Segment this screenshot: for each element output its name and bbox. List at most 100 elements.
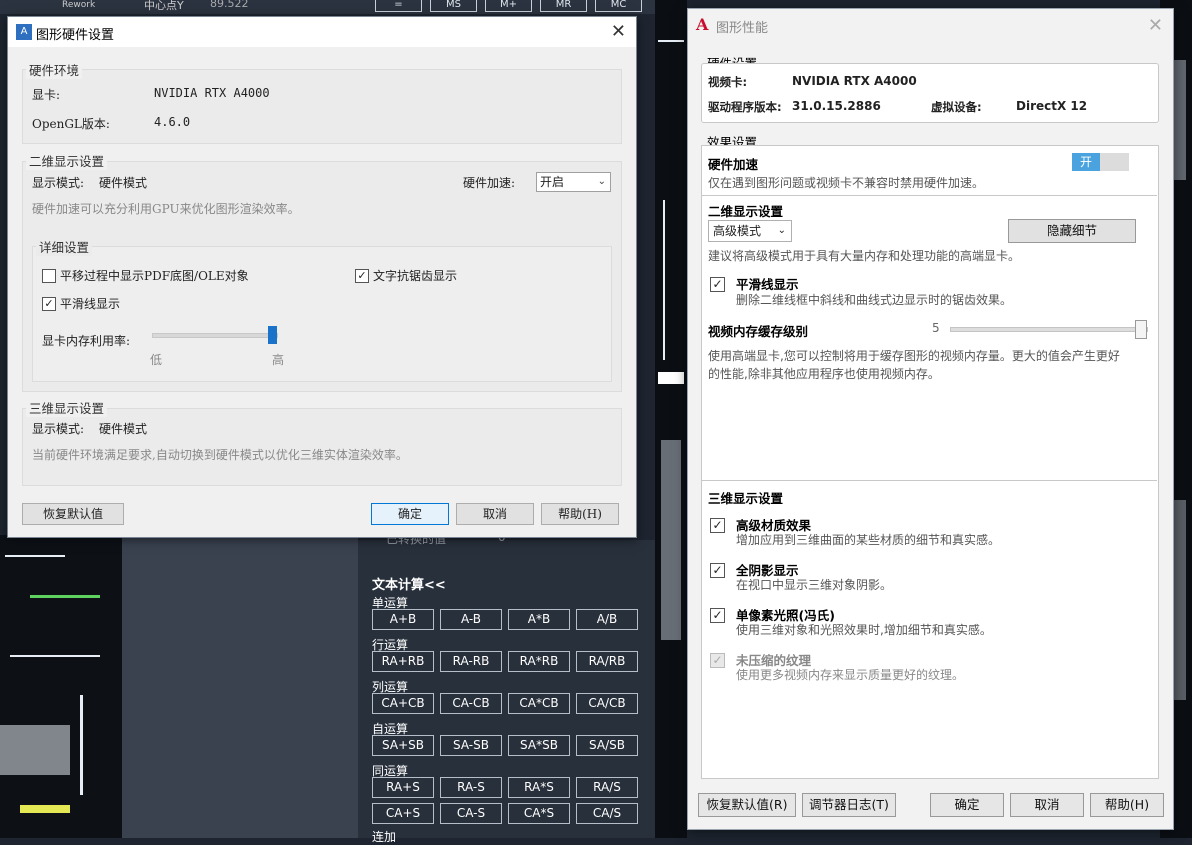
cancel-button[interactable]: 取消 <box>1010 793 1084 817</box>
mode-select[interactable]: 高级模式 ⌄ <box>708 220 792 242</box>
close-icon[interactable]: ✕ <box>611 21 626 42</box>
calc-button[interactable]: CA*CB <box>508 693 570 714</box>
uncompressed-texture-desc: 使用更多视频内存来显示质量更好的纹理。 <box>736 668 965 682</box>
calc-button[interactable]: RA/S <box>576 777 638 798</box>
calc-button[interactable]: RA+RB <box>372 651 434 672</box>
display-2d-title: 二维显示设置 <box>26 151 108 170</box>
calc-button[interactable]: CA-S <box>440 803 502 824</box>
center-y-label: 中心点Y <box>144 0 184 12</box>
pdf-ole-checkbox[interactable] <box>42 269 56 283</box>
help-button[interactable]: 帮助(H) <box>541 503 619 525</box>
text-antialias-checkbox[interactable]: ✓ <box>355 269 369 283</box>
cancel-button[interactable]: 取消 <box>456 503 534 525</box>
full-shadow-desc: 在视口中显示三维对象阴影。 <box>736 578 893 592</box>
text-antialias-label: 文字抗锯齿显示 <box>373 269 458 283</box>
calc-button[interactable]: RA-S <box>440 777 502 798</box>
mode-select-value: 高级模式 <box>713 224 762 238</box>
detail-settings-title: 详细设置 <box>36 237 93 256</box>
dialog-titlebar[interactable]: A 图形硬件设置 ✕ <box>8 17 636 47</box>
mode-desc: 建议将高级模式用于具有大量内存和处理功能的高端显卡。 <box>708 249 1021 263</box>
hardware-env-title: 硬件环境 <box>26 60 83 79</box>
calc-mr-button[interactable]: MR <box>540 0 587 12</box>
gpu-value: NVIDIA RTX A4000 <box>154 86 270 100</box>
calc-equals-button[interactable]: = <box>375 0 422 12</box>
calc-row-label: 连加 <box>372 830 397 844</box>
cad-panel-background <box>122 535 358 838</box>
hide-details-button[interactable]: 隐藏细节 <box>1008 219 1136 243</box>
gpu-label: 显卡: <box>32 88 61 102</box>
ok-button[interactable]: 确定 <box>371 503 449 525</box>
gpu-memory-label: 显卡内存利用率: <box>42 334 131 348</box>
tuner-log-button[interactable]: 调节器日志(T) <box>802 793 896 817</box>
calc-mplus-button[interactable]: M+ <box>485 0 532 12</box>
calc-button[interactable]: A-B <box>440 609 502 630</box>
virtual-device-label: 虚拟设备: <box>931 100 982 114</box>
calc-button[interactable]: CA/CB <box>576 693 638 714</box>
slider-thumb[interactable] <box>268 326 277 344</box>
center-y-value: 89.522 <box>210 0 249 10</box>
advanced-material-checkbox[interactable]: ✓ <box>710 518 725 533</box>
calc-button[interactable]: RA+S <box>372 777 434 798</box>
ok-button[interactable]: 确定 <box>930 793 1004 817</box>
hw-accel-hint: 硬件加速可以充分利用GPU来优化图形渲染效率。 <box>32 202 300 216</box>
divider <box>701 195 1157 196</box>
cad-drawing-strip-right[interactable] <box>655 0 687 838</box>
driver-version-value: 31.0.15.2886 <box>792 99 881 113</box>
text-calculator-panel: 已转换的值 0 文本计算<< 单运算 A+B A-B A*B A/B 行运算 R… <box>358 530 655 844</box>
calc-button[interactable]: SA-SB <box>440 735 502 756</box>
slider-max-label: 高 <box>272 353 285 367</box>
three-d-settings-title: 三维显示设置 <box>708 491 784 506</box>
calc-button[interactable]: RA-RB <box>440 651 502 672</box>
calc-title[interactable]: 文本计算<< <box>372 574 446 593</box>
calc-button[interactable]: CA+S <box>372 803 434 824</box>
app-icon: A <box>16 24 32 40</box>
divider <box>701 480 1157 481</box>
close-icon[interactable]: ✕ <box>1148 15 1163 36</box>
uncompressed-texture-checkbox: ✓ <box>710 653 725 668</box>
calc-mc-button[interactable]: MC <box>595 0 642 12</box>
smooth-line-checkbox[interactable]: ✓ <box>42 297 56 311</box>
toggle-on-label: 开 <box>1072 153 1100 171</box>
video-card-value: NVIDIA RTX A4000 <box>792 74 917 88</box>
calc-button[interactable]: CA*S <box>508 803 570 824</box>
hw-accel-select[interactable]: 开启 ⌄ <box>536 172 611 192</box>
video-cache-slider[interactable] <box>950 320 1148 339</box>
calc-button[interactable]: RA/RB <box>576 651 638 672</box>
video-cache-title: 视频内存缓存级别 <box>708 324 809 339</box>
calc-ms-button[interactable]: MS <box>430 0 477 12</box>
calc-button[interactable]: SA+SB <box>372 735 434 756</box>
dialog-titlebar[interactable]: A 图形性能 ✕ <box>688 9 1173 41</box>
calc-button[interactable]: SA/SB <box>576 735 638 756</box>
restore-defaults-button[interactable]: 恢复默认值 <box>22 503 124 525</box>
virtual-device-value: DirectX 12 <box>1016 99 1088 113</box>
calc-button[interactable]: A*B <box>508 609 570 630</box>
display-3d-title: 三维显示设置 <box>26 398 108 417</box>
calc-button[interactable]: RA*S <box>508 777 570 798</box>
calc-button[interactable]: A/B <box>576 609 638 630</box>
calc-button[interactable]: RA*RB <box>508 651 570 672</box>
hw-accel-title: 硬件加速 <box>708 157 759 172</box>
slider-thumb[interactable] <box>1135 320 1147 339</box>
full-shadow-checkbox[interactable]: ✓ <box>710 563 725 578</box>
chevron-down-icon: ⌄ <box>777 225 786 236</box>
slider-min-label: 低 <box>150 353 163 367</box>
calc-button[interactable]: CA+CB <box>372 693 434 714</box>
dialog-title: 图形硬件设置 <box>36 28 115 43</box>
per-pixel-lighting-checkbox[interactable]: ✓ <box>710 608 725 623</box>
gpu-memory-slider[interactable] <box>152 326 278 344</box>
dialog-title: 图形性能 <box>716 21 769 36</box>
hardware-env-group <box>22 69 622 144</box>
restore-defaults-button[interactable]: 恢复默认值(R) <box>698 793 796 817</box>
help-button[interactable]: 帮助(H) <box>1090 793 1164 817</box>
smooth-line-checkbox[interactable]: ✓ <box>710 277 725 292</box>
calc-button[interactable]: SA*SB <box>508 735 570 756</box>
hw-accel-toggle[interactable]: 开 <box>1072 153 1129 171</box>
cad-drawing-area[interactable] <box>0 535 122 838</box>
calc-button[interactable]: CA-CB <box>440 693 502 714</box>
display-mode-value: 硬件模式 <box>99 176 148 190</box>
driver-version-label: 驱动程序版本: <box>708 100 782 114</box>
calc-button[interactable]: A+B <box>372 609 434 630</box>
calc-button[interactable]: CA/S <box>576 803 638 824</box>
advanced-material-desc: 增加应用到三维曲面的某些材质的细节和真实感。 <box>736 533 1001 547</box>
chevron-down-icon: ⌄ <box>597 176 606 187</box>
